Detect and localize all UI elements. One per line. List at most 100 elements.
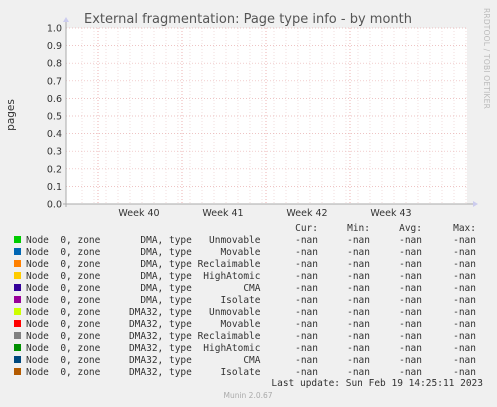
legend-label: Node 0, zone DMA32, type Reclaimable bbox=[26, 331, 261, 342]
y-tick-label: 0.2 bbox=[47, 164, 62, 175]
legend-value: -nan bbox=[453, 355, 476, 366]
legend-value: -nan bbox=[399, 307, 422, 318]
legend-swatch bbox=[14, 296, 21, 303]
legend-value: -nan bbox=[295, 295, 318, 306]
legend-value: -nan bbox=[453, 271, 476, 282]
legend-value: -nan bbox=[347, 331, 370, 342]
x-tick-label: Week 43 bbox=[370, 208, 411, 219]
legend-value: -nan bbox=[453, 283, 476, 294]
legend-value: -nan bbox=[399, 343, 422, 354]
legend-label: Node 0, zone DMA, type Movable bbox=[26, 247, 261, 258]
y-tick-label: 0.1 bbox=[47, 182, 62, 193]
y-tick-label: 0.3 bbox=[47, 147, 62, 158]
legend-label: Node 0, zone DMA, type Unmovable bbox=[26, 235, 261, 246]
legend-swatch bbox=[14, 284, 21, 291]
x-tick-label: Week 41 bbox=[202, 208, 243, 219]
legend-value: -nan bbox=[347, 295, 370, 306]
legend-value: -nan bbox=[399, 271, 422, 282]
legend-label: Node 0, zone DMA, type Isolate bbox=[26, 295, 261, 306]
legend-value: -nan bbox=[295, 271, 318, 282]
legend-label: Node 0, zone DMA32, type Movable bbox=[26, 319, 261, 330]
legend-value: -nan bbox=[347, 355, 370, 366]
legend-swatch bbox=[14, 272, 21, 279]
legend-swatch bbox=[14, 320, 21, 327]
y-tick-label: 0.9 bbox=[47, 41, 62, 52]
x-tick-labels: Week 40 Week 41 Week 42 Week 43 bbox=[118, 208, 411, 219]
y-axis-arrow bbox=[63, 17, 69, 22]
legend-value: -nan bbox=[453, 319, 476, 330]
legend-value: -nan bbox=[453, 259, 476, 270]
legend-value: -nan bbox=[347, 343, 370, 354]
legend-value: -nan bbox=[453, 295, 476, 306]
y-tick-label: 1.0 bbox=[47, 24, 62, 35]
y-tick-label: 0.4 bbox=[47, 129, 62, 140]
legend-swatch bbox=[14, 236, 21, 243]
chart-title: External fragmentation: Page type info -… bbox=[84, 12, 412, 27]
legend-value: -nan bbox=[453, 307, 476, 318]
x-axis-arrow bbox=[473, 201, 478, 207]
y-tick-label: 0.6 bbox=[47, 94, 62, 105]
legend-value: -nan bbox=[399, 319, 422, 330]
legend-value: -nan bbox=[347, 307, 370, 318]
legend-value: -nan bbox=[295, 247, 318, 258]
legend-value: -nan bbox=[295, 367, 318, 378]
legend-swatch bbox=[14, 260, 21, 267]
legend-value: -nan bbox=[453, 367, 476, 378]
last-update: Last update: Sun Feb 19 14:25:11 2023 bbox=[271, 378, 483, 389]
legend-value: -nan bbox=[295, 235, 318, 246]
legend-value: -nan bbox=[347, 247, 370, 258]
legend-header: Cur: bbox=[295, 223, 318, 234]
y-tick-labels: 0.0 0.1 0.2 0.3 0.4 0.5 0.6 0.7 0.8 0.9 1.0 bbox=[47, 24, 62, 211]
y-tick-label: 0.8 bbox=[47, 59, 62, 70]
legend-swatch bbox=[14, 332, 21, 339]
legend-value: -nan bbox=[295, 343, 318, 354]
legend-value: -nan bbox=[399, 259, 422, 270]
legend-value: -nan bbox=[399, 331, 422, 342]
legend-label: Node 0, zone DMA, type Reclaimable bbox=[26, 259, 261, 270]
legend-value: -nan bbox=[295, 355, 318, 366]
legend-header: Min: bbox=[347, 223, 370, 234]
legend-value: -nan bbox=[453, 343, 476, 354]
legend-label: Node 0, zone DMA32, type CMA bbox=[26, 355, 261, 366]
x-tick-label: Week 40 bbox=[118, 208, 159, 219]
legend-label: Node 0, zone DMA, type CMA bbox=[26, 283, 261, 294]
legend-swatch bbox=[14, 368, 21, 375]
y-tick-label: 0.5 bbox=[47, 112, 62, 123]
legend-value: -nan bbox=[399, 235, 422, 246]
legend-value: -nan bbox=[453, 247, 476, 258]
y-tick-label: 0.7 bbox=[47, 76, 62, 87]
legend-value: -nan bbox=[347, 259, 370, 270]
legend-label: Node 0, zone DMA32, type HighAtomic bbox=[26, 343, 261, 354]
legend-swatch bbox=[14, 248, 21, 255]
legend-value: -nan bbox=[399, 247, 422, 258]
legend-value: -nan bbox=[399, 355, 422, 366]
legend-value: -nan bbox=[399, 295, 422, 306]
legend-value: -nan bbox=[347, 235, 370, 246]
munin-version: Munin 2.0.67 bbox=[223, 391, 272, 400]
legend-value: -nan bbox=[453, 331, 476, 342]
legend-value: -nan bbox=[347, 283, 370, 294]
rrdtool-credit: RRDTOOL / TOBI OETIKER bbox=[482, 8, 491, 109]
legend-value: -nan bbox=[295, 331, 318, 342]
legend-value: -nan bbox=[399, 367, 422, 378]
legend-label: Node 0, zone DMA, type HighAtomic bbox=[26, 271, 261, 282]
legend-value: -nan bbox=[399, 283, 422, 294]
legend-label: Node 0, zone DMA32, type Isolate bbox=[26, 367, 261, 378]
legend-value: -nan bbox=[295, 307, 318, 318]
legend-header: Avg: bbox=[399, 223, 422, 234]
y-tick-label: 0.0 bbox=[47, 200, 62, 211]
legend-value: -nan bbox=[453, 235, 476, 246]
legend-value: -nan bbox=[295, 319, 318, 330]
legend-header: Max: bbox=[453, 223, 476, 234]
legend-value: -nan bbox=[347, 319, 370, 330]
legend-swatch bbox=[14, 356, 21, 363]
legend-value: -nan bbox=[347, 367, 370, 378]
legend: Cur: Min: Avg: Max: Node 0, zone DMA, type U… bbox=[14, 223, 476, 378]
legend-swatch bbox=[14, 308, 21, 315]
legend-label: Node 0, zone DMA32, type Unmovable bbox=[26, 307, 261, 318]
x-tick-label: Week 42 bbox=[286, 208, 327, 219]
legend-value: -nan bbox=[295, 259, 318, 270]
legend-swatch bbox=[14, 344, 21, 351]
chart-canvas: External fragmentation: Page type info -… bbox=[5, 8, 491, 400]
legend-value: -nan bbox=[347, 271, 370, 282]
